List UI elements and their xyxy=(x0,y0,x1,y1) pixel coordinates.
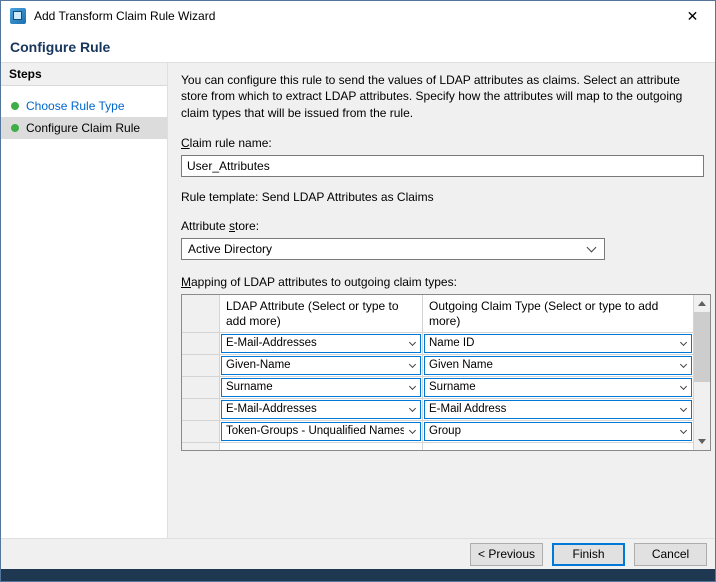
row-selector[interactable] xyxy=(182,377,220,399)
chevron-down-icon[interactable] xyxy=(675,423,691,440)
grid-scrollbar[interactable] xyxy=(693,295,710,450)
finish-button[interactable]: Finish xyxy=(552,543,625,566)
combo-value: Surname xyxy=(425,381,675,393)
ldap-attribute-combobox[interactable]: E-Mail-Addresses xyxy=(221,400,421,419)
scroll-up-icon[interactable] xyxy=(694,295,710,312)
scroll-down-icon[interactable] xyxy=(694,433,710,450)
wizard-app-icon xyxy=(10,8,26,24)
combo-value: E-Mail-Addresses xyxy=(222,403,404,415)
mapping-grid: LDAP Attribute (Select or type to add mo… xyxy=(181,294,711,451)
add-transform-claim-rule-wizard-window: Add Transform Claim Rule Wizard ✕ Config… xyxy=(0,0,716,582)
combo-value: Given-Name xyxy=(222,359,404,371)
outgoing-claim-combobox[interactable]: Given Name xyxy=(424,356,692,375)
step-label: Configure Claim Rule xyxy=(26,121,140,135)
chevron-down-icon[interactable] xyxy=(675,335,691,352)
ldap-attribute-combobox[interactable]: E-Mail-Addresses xyxy=(221,334,421,353)
chevron-down-icon[interactable] xyxy=(404,335,420,352)
scrollbar-track[interactable] xyxy=(694,312,710,433)
claim-rule-name-input[interactable] xyxy=(181,155,704,177)
chevron-down-icon[interactable] xyxy=(404,379,420,396)
steps-header: Steps xyxy=(1,63,167,86)
attribute-store-select[interactable]: Active Directory xyxy=(181,238,605,260)
table-row: E-Mail-Addresses Name ID xyxy=(182,333,693,355)
chevron-down-icon[interactable] xyxy=(404,357,420,374)
close-button[interactable]: ✕ xyxy=(670,1,715,31)
bottom-strip xyxy=(1,569,715,581)
grid-corner-cell xyxy=(182,295,220,333)
rule-description: You can configure this rule to send the … xyxy=(181,72,702,121)
chevron-down-icon[interactable] xyxy=(675,379,691,396)
page-title: Configure Rule xyxy=(10,39,110,55)
outgoing-claim-combobox[interactable]: E-Mail Address xyxy=(424,400,692,419)
claim-rule-name-label: Claim rule name: xyxy=(181,136,702,150)
outgoing-claim-combobox[interactable]: Surname xyxy=(424,378,692,397)
wizard-body: Steps Choose Rule Type Configure Claim R… xyxy=(1,63,715,538)
chevron-down-icon xyxy=(582,239,600,259)
table-row: E-Mail-Addresses E-Mail Address xyxy=(182,399,693,421)
mapping-label: Mapping of LDAP attributes to outgoing c… xyxy=(181,275,702,289)
row-selector[interactable] xyxy=(182,399,220,421)
combo-value: Given Name xyxy=(425,359,675,371)
chevron-down-icon[interactable] xyxy=(675,401,691,418)
page-heading-row: Configure Rule xyxy=(1,31,715,63)
combo-value: E-Mail Address xyxy=(425,403,675,415)
attribute-store-value: Active Directory xyxy=(188,242,272,256)
row-selector[interactable] xyxy=(182,333,220,355)
title-bar: Add Transform Claim Rule Wizard ✕ xyxy=(1,1,715,31)
chevron-down-icon[interactable] xyxy=(675,357,691,374)
main-content: You can configure this rule to send the … xyxy=(168,63,715,538)
steps-sidebar: Steps Choose Rule Type Configure Claim R… xyxy=(1,63,168,538)
chevron-down-icon[interactable] xyxy=(404,423,420,440)
combo-value: E-Mail-Addresses xyxy=(222,337,404,349)
combo-value: Group xyxy=(425,425,675,437)
table-row: Given-Name Given Name xyxy=(182,355,693,377)
ldap-attribute-combobox[interactable]: Given-Name xyxy=(221,356,421,375)
wizard-footer: < Previous Finish Cancel xyxy=(1,538,715,569)
attribute-store-label: Attribute store: xyxy=(181,219,702,233)
outgoing-claim-combobox[interactable]: Group xyxy=(424,422,692,441)
outgoing-claim-combobox[interactable]: Name ID xyxy=(424,334,692,353)
combo-value: Token-Groups - Unqualified Names xyxy=(222,425,404,437)
ldap-attribute-combobox[interactable]: Token-Groups - Unqualified Names xyxy=(221,422,421,441)
ldap-attribute-combobox[interactable]: Surname xyxy=(221,378,421,397)
column-header-outgoing-claim-type[interactable]: Outgoing Claim Type (Select or type to a… xyxy=(423,295,693,333)
close-icon: ✕ xyxy=(687,8,699,25)
step-label: Choose Rule Type xyxy=(26,99,125,113)
row-selector[interactable] xyxy=(182,443,220,450)
combo-value: Name ID xyxy=(425,337,675,349)
step-completed-dot-icon xyxy=(11,102,19,110)
table-row: Surname Surname xyxy=(182,377,693,399)
cancel-button[interactable]: Cancel xyxy=(634,543,707,566)
chevron-down-icon[interactable] xyxy=(404,401,420,418)
scrollbar-thumb[interactable] xyxy=(694,312,710,382)
row-selector[interactable] xyxy=(182,355,220,377)
rule-template-text: Rule template: Send LDAP Attributes as C… xyxy=(181,190,702,204)
row-selector[interactable] xyxy=(182,421,220,443)
table-row: Token-Groups - Unqualified Names Group xyxy=(182,421,693,443)
step-completed-dot-icon xyxy=(11,124,19,132)
grid-header-row: LDAP Attribute (Select or type to add mo… xyxy=(182,295,693,333)
previous-button[interactable]: < Previous xyxy=(470,543,543,566)
combo-value: Surname xyxy=(222,381,404,393)
sidebar-item-choose-rule-type[interactable]: Choose Rule Type xyxy=(1,95,167,117)
column-header-ldap-attribute[interactable]: LDAP Attribute (Select or type to add mo… xyxy=(220,295,423,333)
window-title: Add Transform Claim Rule Wizard xyxy=(34,9,215,23)
sidebar-item-configure-claim-rule[interactable]: Configure Claim Rule xyxy=(1,117,167,139)
table-row-empty xyxy=(182,443,693,450)
